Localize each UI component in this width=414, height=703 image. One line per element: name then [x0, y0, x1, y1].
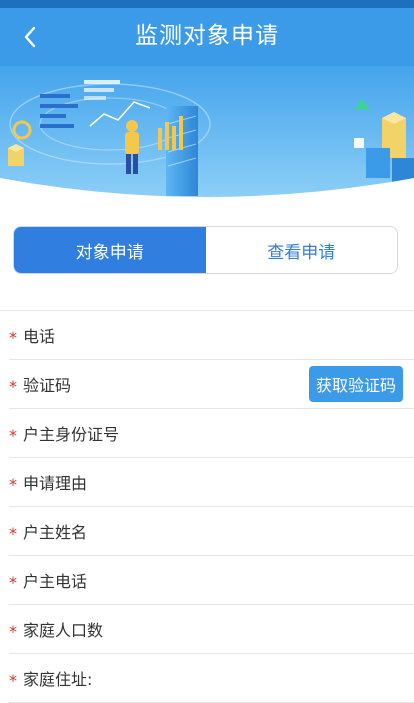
required-mark: * — [9, 474, 17, 494]
required-mark: * — [9, 523, 17, 543]
householder-id-field[interactable]: * 户主身份证号 — [9, 409, 414, 458]
verification-code-field[interactable]: * 验证码 获取验证码 — [9, 360, 414, 409]
required-mark: * — [9, 670, 17, 690]
family-size-field[interactable]: * 家庭人口数 — [9, 605, 414, 654]
required-mark: * — [9, 621, 17, 641]
field-label: 户主姓名 — [23, 523, 88, 542]
required-mark: * — [9, 327, 17, 347]
field-label: 家庭人口数 — [23, 621, 104, 640]
tab-view-application[interactable]: 查看申请 — [205, 227, 397, 273]
required-mark: * — [9, 376, 17, 396]
required-mark: * — [9, 572, 17, 592]
family-address-field[interactable]: * 家庭住址: — [9, 654, 414, 703]
banner-illustration — [0, 66, 414, 202]
status-strip — [0, 0, 414, 8]
field-label: 户主电话 — [23, 572, 88, 591]
application-reason-field[interactable]: * 申请理由 — [9, 458, 414, 507]
app-header: 监测对象申请 — [0, 8, 414, 66]
required-mark: * — [9, 425, 17, 445]
field-label: 电话 — [23, 327, 56, 346]
field-label: 验证码 — [23, 376, 72, 395]
tab-bar: 对象申请 查看申请 — [13, 226, 398, 274]
tab-object-application[interactable]: 对象申请 — [14, 227, 206, 273]
phone-field[interactable]: * 电话 — [9, 311, 414, 360]
householder-name-field[interactable]: * 户主姓名 — [9, 507, 414, 556]
field-label: 户主身份证号 — [23, 425, 120, 444]
field-label: 家庭住址: — [23, 670, 93, 689]
application-form: * 电话 * 验证码 获取验证码 * 户主身份证号 * 申请理由 * 户主姓名 … — [0, 310, 414, 703]
householder-phone-field[interactable]: * 户主电话 — [9, 556, 414, 605]
page-title: 监测对象申请 — [135, 23, 279, 49]
field-label: 申请理由 — [23, 474, 88, 493]
get-verification-code-button[interactable]: 获取验证码 — [308, 366, 403, 402]
